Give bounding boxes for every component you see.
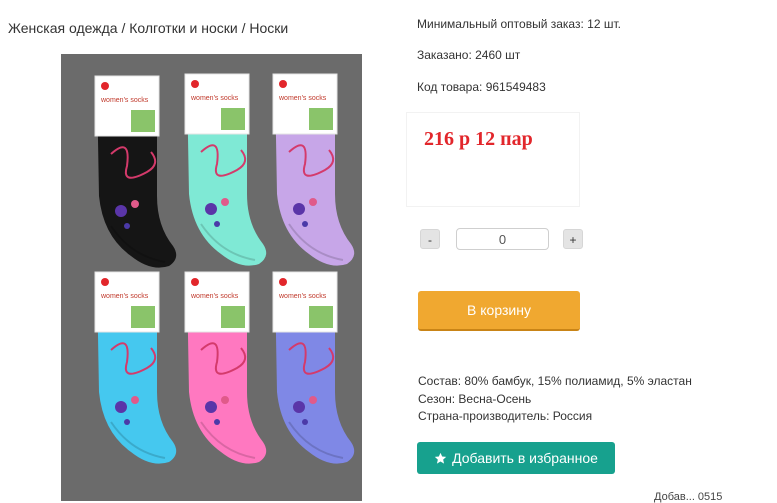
svg-text:women's socks: women's socks [100,293,149,300]
footer-fragment: Добав... 0515 [654,491,723,503]
sock-pair: women's socks [184,73,267,266]
composition-text: Состав: 80% бамбук, 15% полиамид, 5% эла… [418,374,692,388]
sock-pair: women's socks [94,271,177,464]
quantity-input[interactable] [456,228,549,250]
add-to-favorites-label: Добавить в избранное [452,450,598,466]
svg-text:women's socks: women's socks [278,95,327,102]
quantity-plus-button[interactable]: + [563,229,583,249]
breadcrumb[interactable]: Женская одежда / Колготки и носки / Носк… [8,20,288,36]
socks-illustration: women's socks women's socks women's socks w… [94,73,355,464]
product-code-text: Код товара: 961549483 [417,80,546,94]
price-box: 216 р 12 пар [407,113,579,206]
svg-text:women's socks: women's socks [278,293,327,300]
svg-text:women's socks: women's socks [190,293,239,300]
country-text: Страна-производитель: Россия [418,409,593,423]
sock-pair: women's socks [272,73,355,266]
ordered-count-text: Заказано: 2460 шт [417,48,521,62]
add-to-cart-button[interactable]: В корзину [418,291,580,331]
product-photo[interactable]: women's socks women's socks women's socks w… [61,54,362,501]
quantity-minus-button[interactable]: - [420,229,440,249]
season-text: Сезон: Весна-Осень [418,391,532,406]
sock-pair: women's socks [94,75,177,268]
star-icon [434,452,447,464]
sock-pair: women's socks [184,271,267,464]
add-to-favorites-button[interactable]: Добавить в избранное [417,442,615,474]
min-order-text: Минимальный оптовый заказ: 12 шт. [417,17,621,31]
price-label: 216 р 12 пар [424,128,533,150]
svg-text:women's socks: women's socks [100,97,149,104]
sock-pair: women's socks [272,271,355,464]
svg-text:women's socks: women's socks [190,95,239,102]
product-properties: Состав: 80% бамбук, 15% полиамид, 5% эла… [418,373,692,426]
